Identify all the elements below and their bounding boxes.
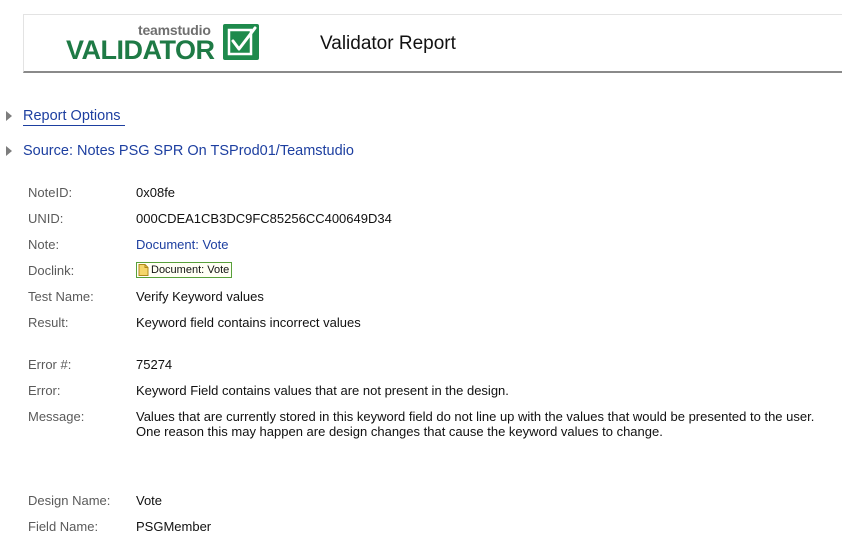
error-number-value: 75274: [136, 357, 173, 372]
logo-product-text: VALIDATOR: [66, 35, 215, 65]
note-label: Note:: [28, 237, 60, 252]
field-name-label: Field Name:: [28, 519, 99, 534]
message-label: Message:: [28, 409, 85, 424]
message-line-1: Values that are currently stored in this…: [136, 409, 815, 424]
checkmark-box-icon: [223, 24, 259, 60]
test-name-label: Test Name:: [28, 289, 94, 304]
page-title: Validator Report: [320, 33, 456, 54]
message-line-2: One reason this may happen are design ch…: [136, 424, 663, 439]
field-name-value: PSGMember: [136, 519, 212, 534]
doclink-label: Doclink:: [28, 263, 75, 278]
error-number-label: Error #:: [28, 357, 72, 372]
report-options-link[interactable]: Report Options: [23, 108, 125, 126]
result-value: Keyword field contains incorrect values: [136, 315, 361, 330]
doclink-text: Document: Vote: [151, 264, 230, 276]
source-section-link[interactable]: Source: Notes PSG SPR On TSProd01/Teamst…: [23, 143, 354, 159]
message-value: Values that are currently stored in this…: [136, 409, 836, 439]
result-label: Result:: [28, 315, 69, 330]
unid-label: UNID:: [28, 211, 64, 226]
error-label: Error:: [28, 383, 61, 398]
report-header: teamstudio VALIDATOR Validator Report: [23, 14, 842, 73]
noteid-value: 0x08fe: [136, 185, 176, 200]
noteid-label: NoteID:: [28, 185, 73, 200]
expand-triangle-icon[interactable]: [6, 146, 12, 156]
document-icon: [138, 264, 149, 276]
validator-logo: teamstudio VALIDATOR: [66, 22, 262, 65]
expand-triangle-icon[interactable]: [6, 111, 12, 121]
test-name-value: Verify Keyword values: [136, 289, 264, 304]
design-name-value: Vote: [136, 493, 163, 508]
error-value: Keyword Field contains values that are n…: [136, 383, 509, 398]
design-name-label: Design Name:: [28, 493, 111, 508]
unid-value: 000CDEA1CB3DC9FC85256CC400649D34: [136, 211, 392, 226]
note-link[interactable]: Document: Vote: [136, 237, 229, 252]
doclink-button[interactable]: Document: Vote: [136, 262, 233, 278]
